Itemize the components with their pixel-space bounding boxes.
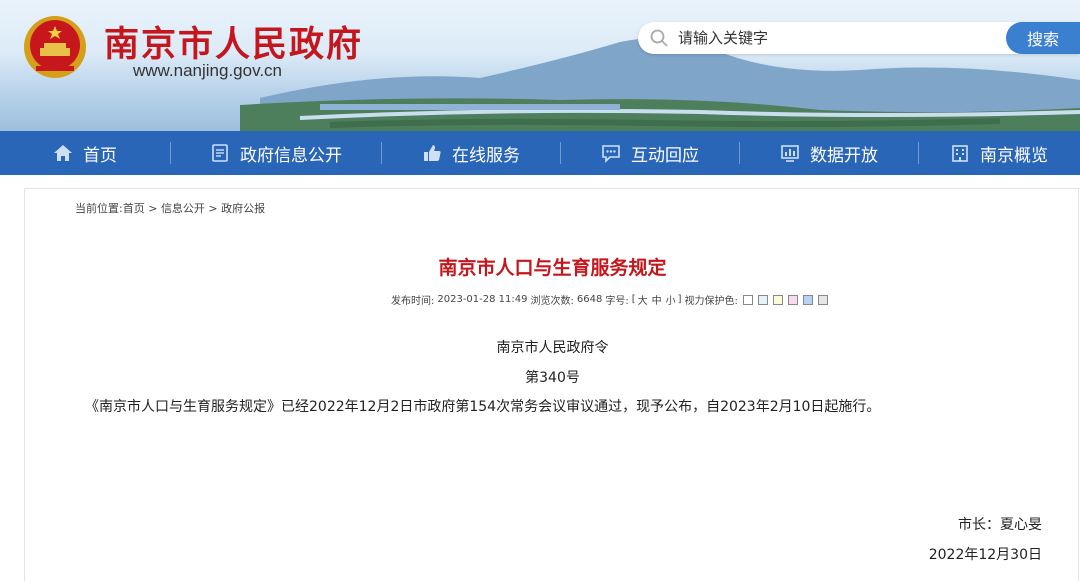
eye-protect-label: 视力保护色: — [684, 296, 738, 307]
eye-color-swatch[interactable] — [787, 294, 798, 305]
nav-item-label: 数据开放 — [810, 145, 878, 166]
data-chart-icon — [781, 145, 799, 162]
nav-item-label: 南京概览 — [980, 145, 1048, 166]
views-label: 浏览次数: — [530, 296, 574, 307]
eye-color-swatch[interactable] — [742, 294, 753, 305]
publish-time-label: 发布时间: — [391, 296, 435, 307]
eye-color-swatch[interactable] — [802, 294, 813, 305]
article-panel: 当前位置:首页 > 信息公开 > 政府公报 南京市人口与生育服务规定 发布时间:… — [24, 188, 1079, 581]
search-input[interactable] — [678, 26, 1008, 50]
font-size-bracket-close: ] — [677, 294, 682, 305]
nav-item-label: 互动回应 — [631, 145, 699, 166]
breadcrumb-separator: > — [144, 202, 161, 215]
publish-time: 2023-01-28 11:49 — [437, 294, 528, 305]
nav-item-online-service[interactable]: 在线服务 — [382, 131, 560, 175]
nav-item-interaction[interactable]: 互动回应 — [561, 131, 739, 175]
thumbs-up-icon — [424, 145, 441, 161]
nav-item-gov-info[interactable]: 政府信息公开 — [171, 131, 381, 175]
breadcrumb-link-info[interactable]: 信息公开 — [161, 202, 205, 215]
nav-item-nanjing-overview[interactable]: 南京概览 — [919, 131, 1079, 175]
eye-color-swatch[interactable] — [757, 294, 768, 305]
national-emblem-icon — [24, 16, 86, 78]
document-icon — [212, 144, 228, 162]
chat-icon — [602, 145, 620, 163]
font-size-large[interactable]: 大 — [638, 292, 648, 307]
search-bar: 搜索 — [638, 22, 1080, 54]
main-nav: 首页 政府信息公开 在线服务 互动回应 数据开放 南京概览 — [0, 131, 1080, 175]
site-header: 南京市人民政府 www.nanjing.gov.cn 搜索 — [0, 0, 1080, 131]
article-date: 2022年12月30日 — [928, 547, 1042, 563]
site-url[interactable]: www.nanjing.gov.cn — [133, 61, 282, 81]
article-body: 《南京市人口与生育服务规定》已经2022年12月2日市政府第154次常务会议审议… — [85, 399, 881, 415]
breadcrumb-prefix: 当前位置: — [75, 202, 123, 215]
views-count: 6648 — [576, 294, 603, 305]
font-size-bracket-open: [ — [631, 294, 636, 305]
article-signer: 市长：夏心旻 — [958, 517, 1042, 533]
eye-color-swatch[interactable] — [772, 294, 783, 305]
font-size-label: 字号: — [605, 296, 629, 307]
search-button[interactable]: 搜索 — [1006, 22, 1080, 54]
home-icon — [54, 145, 72, 161]
eye-color-swatch[interactable] — [817, 294, 828, 305]
article-title: 南京市人口与生育服务规定 — [438, 257, 667, 279]
nav-item-label: 在线服务 — [452, 145, 520, 166]
breadcrumb-separator: > — [204, 202, 222, 215]
search-icon — [650, 29, 668, 47]
building-icon — [952, 145, 968, 162]
font-size-medium[interactable]: 中 — [652, 292, 662, 307]
nav-item-label: 政府信息公开 — [240, 145, 342, 166]
order-number: 第340号 — [525, 370, 580, 386]
nav-item-open-data[interactable]: 数据开放 — [740, 131, 918, 175]
order-issuer: 南京市人民政府令 — [496, 340, 609, 356]
nav-item-home[interactable]: 首页 — [0, 131, 170, 175]
font-size-small[interactable]: 小 — [666, 292, 676, 307]
breadcrumb-link-home[interactable]: 首页 — [123, 202, 145, 215]
breadcrumb: 当前位置:首页 > 信息公开 > 政府公报 — [75, 200, 265, 216]
site-name[interactable]: 南京市人民政府 — [104, 16, 363, 67]
nav-item-label: 首页 — [83, 145, 117, 166]
breadcrumb-link-gazette[interactable]: 政府公报 — [221, 202, 265, 215]
article-meta: 发布时间: 2023-01-28 11:49 浏览次数: 6648 字号: [ … — [391, 292, 828, 307]
